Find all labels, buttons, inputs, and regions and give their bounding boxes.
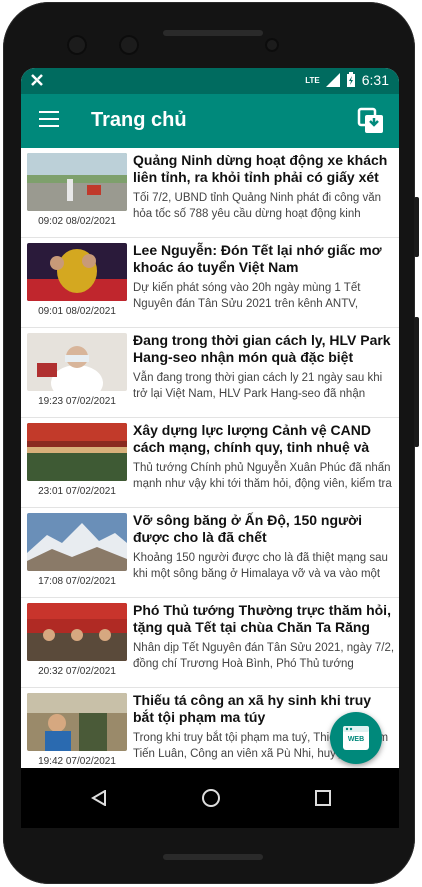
menu-icon[interactable] <box>39 111 59 127</box>
news-list: 09:02 08/02/2021 Quảng Ninh dừng hoạt độ… <box>21 148 399 768</box>
web-fab-button[interactable]: WEB <box>330 712 382 764</box>
news-time: 19:42 07/02/2021 <box>38 756 116 767</box>
news-thumbnail <box>27 243 127 301</box>
volume-button <box>414 317 419 447</box>
news-summary: Thủ tướng Chính phủ Nguyễn Xuân Phúc đã … <box>133 462 392 490</box>
signal-icon <box>325 73 340 87</box>
back-icon[interactable] <box>91 790 107 806</box>
app-notification-icon <box>29 72 45 92</box>
news-item[interactable]: 23:01 07/02/2021 Xây dựng lực lượng Cảnh… <box>21 418 399 508</box>
news-time: 20:32 07/02/2021 <box>38 666 116 677</box>
news-title: Phó Thủ tướng Thường trực thăm hỏi, tặng… <box>133 602 391 635</box>
proximity-sensor <box>265 38 279 52</box>
news-thumbnail <box>27 333 127 391</box>
web-fab-label: WEB <box>347 736 365 743</box>
front-camera <box>67 35 87 55</box>
news-title: Đang trong thời gian cách ly, HLV Park H… <box>133 332 391 365</box>
news-title: Xây dựng lực lượng Cảnh vệ CAND cách mạn… <box>133 422 371 455</box>
news-title: Quảng Ninh dừng hoạt động xe khách liên … <box>133 152 388 185</box>
news-time: 09:01 08/02/2021 <box>38 306 116 317</box>
copy-icon[interactable] <box>357 107 385 135</box>
app-bar: Trang chủ <box>21 94 399 148</box>
status-icons: LTE 6:31 <box>305 72 389 88</box>
recent-apps-icon[interactable] <box>315 790 331 806</box>
news-time: 19:23 07/02/2021 <box>38 396 116 407</box>
news-summary: Nhân dịp Tết Nguyên đán Tân Sửu 2021, ng… <box>133 642 395 670</box>
news-thumbnail <box>27 423 127 481</box>
news-summary: Dự kiến phát sóng vào 20h ngày mùng 1 Tế… <box>133 282 361 310</box>
earpiece-speaker <box>163 30 263 36</box>
page-title: Trang chủ <box>91 109 187 131</box>
news-summary: Vẫn đang trong thời gian cách ly 21 ngày… <box>133 372 383 400</box>
news-time: 17:08 07/02/2021 <box>38 576 116 587</box>
news-item[interactable]: 09:01 08/02/2021 Lee Nguyễn: Đón Tết lại… <box>21 238 399 328</box>
bottom-speaker <box>163 854 263 860</box>
news-item[interactable]: 09:02 08/02/2021 Quảng Ninh dừng hoạt độ… <box>21 148 399 238</box>
status-bar: LTE 6:31 <box>21 68 399 94</box>
phone-frame: LTE 6:31 Trang chủ 09:02 08/02/2021 Quản… <box>3 2 419 884</box>
news-title: Vỡ sông băng ở Ấn Độ, 150 người được cho… <box>133 512 363 545</box>
news-item[interactable]: 19:23 07/02/2021 Đang trong thời gian cá… <box>21 328 399 418</box>
clock: 6:31 <box>361 72 389 88</box>
screen: LTE 6:31 Trang chủ 09:02 08/02/2021 Quản… <box>21 68 399 828</box>
home-icon[interactable] <box>202 789 220 807</box>
power-button <box>414 197 419 257</box>
news-time: 23:01 07/02/2021 <box>38 486 116 497</box>
navigation-bar <box>21 768 399 828</box>
news-item[interactable]: 20:32 07/02/2021 Phó Thủ tướng Thường tr… <box>21 598 399 688</box>
battery-icon <box>346 72 355 87</box>
news-thumbnail <box>27 693 127 751</box>
news-summary: Tối 7/2, UBND tỉnh Quảng Ninh phát đi cô… <box>133 192 382 220</box>
news-time: 09:02 08/02/2021 <box>38 216 116 227</box>
news-summary: Khoảng 150 người được cho là đã thiệt mạ… <box>133 552 388 580</box>
news-thumbnail <box>27 513 127 571</box>
news-title: Lee Nguyễn: Đón Tết lại nhớ giấc mơ khoá… <box>133 242 382 275</box>
news-thumbnail <box>27 603 127 661</box>
network-type: LTE <box>305 75 320 85</box>
sensor <box>119 35 139 55</box>
news-item[interactable]: 17:08 07/02/2021 Vỡ sông băng ở Ấn Độ, 1… <box>21 508 399 598</box>
news-thumbnail <box>27 153 127 211</box>
